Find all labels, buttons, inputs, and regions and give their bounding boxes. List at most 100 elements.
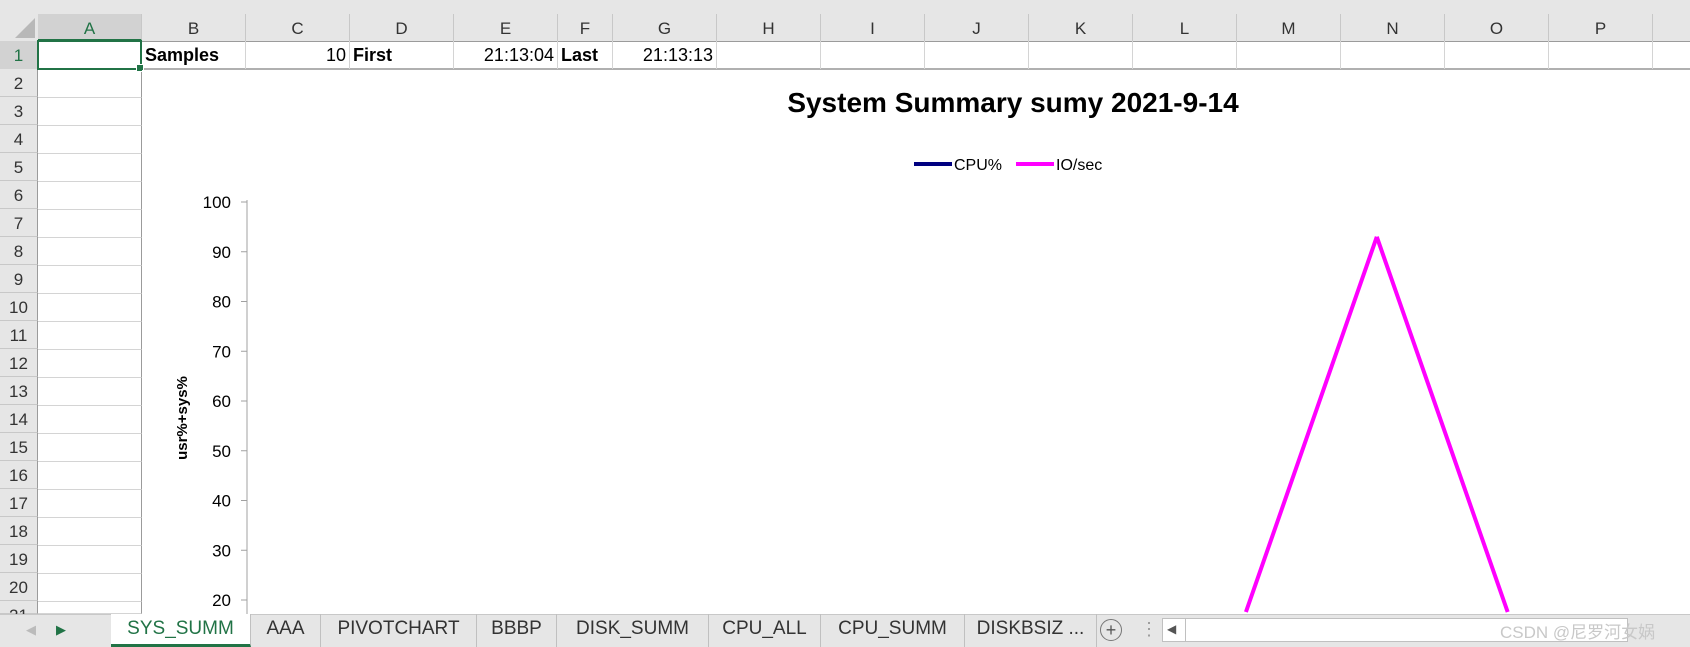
y-axis-label: usr%+sys% — [174, 376, 191, 460]
cell-j1[interactable] — [925, 41, 1029, 69]
column-header-i[interactable]: I — [821, 14, 925, 41]
cell-i1[interactable] — [821, 41, 925, 69]
column-header-p[interactable]: P — [1549, 14, 1653, 41]
cell-a18[interactable] — [38, 518, 142, 546]
cell-a21[interactable] — [38, 602, 142, 614]
cell-a6[interactable] — [38, 182, 142, 210]
column-header-o[interactable]: O — [1445, 14, 1549, 41]
chart-title: System Summary sumy 2021-9-14 — [787, 87, 1239, 118]
row-header-13[interactable]: 13 — [0, 377, 38, 405]
cell-a13[interactable] — [38, 378, 142, 406]
series-line-iosec — [1244, 236, 1379, 613]
scroll-left-icon[interactable]: ◀ — [1167, 622, 1176, 636]
row-header-5[interactable]: 5 — [0, 153, 38, 181]
triangle-left-icon[interactable]: ◀ — [26, 622, 36, 638]
column-header-b[interactable]: B — [142, 14, 246, 41]
column-header-j[interactable]: J — [925, 14, 1029, 41]
row-header-7[interactable]: 7 — [0, 209, 38, 237]
cell-a11[interactable] — [38, 322, 142, 350]
select-all-button[interactable] — [0, 14, 38, 41]
row-header-19[interactable]: 19 — [0, 545, 38, 573]
column-header-e[interactable]: E — [454, 14, 558, 41]
column-header-a[interactable]: A — [38, 14, 142, 41]
column-header-h[interactable]: H — [717, 14, 821, 41]
row-header-11[interactable]: 11 — [0, 321, 38, 349]
triangle-right-icon[interactable]: ▶ — [56, 622, 66, 638]
row-header-6[interactable]: 6 — [0, 181, 38, 209]
cell-g1[interactable]: 21:13:13 — [613, 41, 717, 69]
column-header-g[interactable]: G — [613, 14, 717, 41]
cell-a3[interactable] — [38, 98, 142, 126]
sheet-tab[interactable]: DISKBSIZ ... — [965, 614, 1097, 647]
cell-a20[interactable] — [38, 574, 142, 602]
sheet-tab[interactable]: AAA — [251, 614, 321, 647]
cell-a5[interactable] — [38, 154, 142, 182]
y-tick-label: 20 — [212, 591, 231, 610]
y-tick-label: 70 — [212, 342, 231, 361]
row-header-17[interactable]: 17 — [0, 489, 38, 517]
cell-a4[interactable] — [38, 126, 142, 154]
cell-a9[interactable] — [38, 266, 142, 294]
cell-e1[interactable]: 21:13:04 — [454, 41, 558, 69]
row-header-18[interactable]: 18 — [0, 517, 38, 545]
sheet-tab[interactable]: PIVOTCHART — [321, 614, 477, 647]
cell-k1[interactable] — [1029, 41, 1133, 69]
cell-a19[interactable] — [38, 546, 142, 574]
sheet-tab[interactable]: SYS_SUMM — [111, 614, 251, 647]
cell-n1[interactable] — [1341, 41, 1445, 69]
cell-a15[interactable] — [38, 434, 142, 462]
cell-d1[interactable]: First — [350, 41, 454, 69]
cell-a2[interactable] — [38, 70, 142, 98]
column-header-m[interactable]: M — [1237, 14, 1341, 41]
legend-label: IO/sec — [1056, 157, 1102, 174]
legend-label: CPU% — [954, 157, 1002, 174]
row-header-4[interactable]: 4 — [0, 125, 38, 153]
row-header-14[interactable]: 14 — [0, 405, 38, 433]
row-header-16[interactable]: 16 — [0, 461, 38, 489]
row-header-21[interactable]: 21 — [0, 601, 38, 625]
sheet-tab[interactable]: DISK_SUMM — [557, 614, 709, 647]
cell-b1[interactable]: Samples — [142, 41, 246, 69]
formula-bar-area — [0, 0, 1690, 14]
cell-a10[interactable] — [38, 294, 142, 322]
cell-m1[interactable] — [1237, 41, 1341, 69]
y-tick-label: 80 — [212, 293, 231, 312]
cell-l1[interactable] — [1133, 41, 1237, 69]
sheet-tab[interactable]: CPU_SUMM — [821, 614, 965, 647]
cell-p1[interactable] — [1549, 41, 1653, 69]
row-header-8[interactable]: 8 — [0, 237, 38, 265]
row-header-9[interactable]: 9 — [0, 265, 38, 293]
cell-h1[interactable] — [717, 41, 821, 69]
row-header-12[interactable]: 12 — [0, 349, 38, 377]
chart-area[interactable]: System Summary sumy 2021-9-14 CPU% IO/sec… — [142, 70, 1690, 614]
row-header-2[interactable]: 2 — [0, 69, 38, 97]
chart-svg: System Summary sumy 2021-9-14 CPU% IO/sec… — [174, 87, 1510, 614]
column-header-f[interactable]: F — [558, 14, 613, 41]
cell-a12[interactable] — [38, 350, 142, 378]
column-header-c[interactable]: C — [246, 14, 350, 41]
column-header-n[interactable]: N — [1341, 14, 1445, 41]
active-cell-a1[interactable] — [37, 40, 144, 72]
more-options-icon[interactable]: ⋮ — [1140, 618, 1158, 640]
cell-a7[interactable] — [38, 210, 142, 238]
column-header-l[interactable]: L — [1133, 14, 1237, 41]
plus-circle-icon[interactable]: + — [1100, 619, 1122, 641]
row-header-15[interactable]: 15 — [0, 433, 38, 461]
cell-a14[interactable] — [38, 406, 142, 434]
row-header-10[interactable]: 10 — [0, 293, 38, 321]
sheet-tab[interactable]: BBBP — [477, 614, 557, 647]
row-header-3[interactable]: 3 — [0, 97, 38, 125]
cell-o1[interactable] — [1445, 41, 1549, 69]
series-line-iosec — [1374, 236, 1510, 613]
row-header-20[interactable]: 20 — [0, 573, 38, 601]
cell-a17[interactable] — [38, 490, 142, 518]
column-header-d[interactable]: D — [350, 14, 454, 41]
y-tick-label: 40 — [212, 492, 231, 511]
cell-f1[interactable]: Last — [558, 41, 613, 69]
cell-c1[interactable]: 10 — [246, 41, 350, 69]
cell-a8[interactable] — [38, 238, 142, 266]
cell-a16[interactable] — [38, 462, 142, 490]
row-header-1[interactable]: 1 — [0, 41, 38, 70]
column-header-k[interactable]: K — [1029, 14, 1133, 41]
sheet-tab[interactable]: CPU_ALL — [709, 614, 821, 647]
